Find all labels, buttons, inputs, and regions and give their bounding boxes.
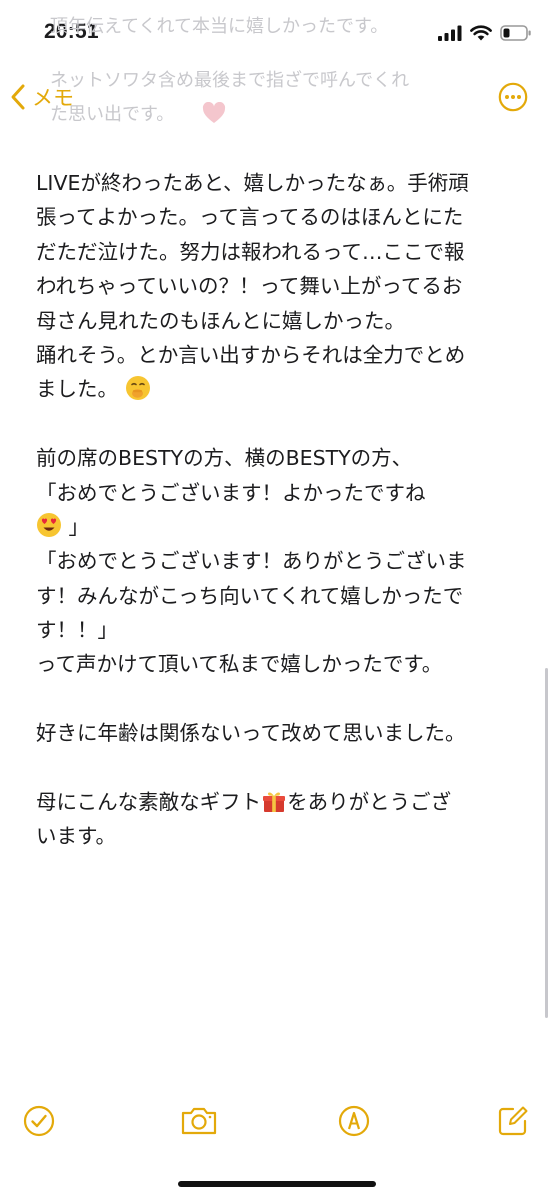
camera-icon[interactable] — [180, 1104, 218, 1138]
note-line: 好きに年齢は関係ないって改めて思いました。 — [36, 721, 466, 746]
note-line: 母さん見れたのもほんとに嬉しかった。 — [36, 308, 405, 333]
battery-icon — [500, 24, 531, 41]
note-line: って声かけて頂いて私まで嬉しかったです。 — [36, 652, 443, 677]
note-line: 」 — [36, 510, 532, 544]
note-body[interactable]: LIVEが終わったあと、嬉しかったなぁ。手術頑 張ってよかった。って言ってるのは… — [36, 166, 532, 854]
note-line: 「おめでとうございます！よかったですね — [36, 480, 426, 505]
bottom-toolbar — [0, 1098, 554, 1144]
note-line: 母にこんな素敵なギフト をありがとうござ — [36, 785, 532, 819]
note-line: だただ泣けた。努力は報われるって…ここで報 — [36, 239, 465, 264]
note-line: 「おめでとうございます！ありがとうございま — [36, 549, 467, 574]
chevron-left-icon — [11, 84, 25, 110]
face-with-hand-over-mouth-emoji-icon — [125, 375, 150, 400]
back-button[interactable]: メモ — [10, 82, 74, 112]
note-line: われちゃっていいの？！って舞い上がってるお — [36, 274, 463, 299]
checklist-icon[interactable] — [22, 1104, 56, 1138]
note-line: います。 — [36, 824, 116, 849]
note-line: す！みんながこっち向いてくれて嬉しかったで — [36, 583, 464, 608]
back-label: メモ — [32, 86, 74, 110]
note-line: 前の席のBESTYの方、横のBESTYの方、 — [36, 446, 413, 471]
note-text: をありがとうござ — [287, 790, 452, 815]
markup-pen-icon[interactable] — [337, 1104, 371, 1138]
compose-icon[interactable] — [496, 1104, 530, 1138]
note-line: 踊れそう。とか言い出すからそれは全力でとめ — [36, 342, 466, 367]
heart-eyes-emoji-icon — [37, 513, 61, 538]
nav-bar: メモ — [0, 78, 554, 118]
note-line: ました。 — [36, 372, 532, 406]
note-text: 母にこんな素敵なギフト — [36, 790, 262, 815]
scroll-indicator[interactable] — [545, 668, 548, 1018]
note-text: 」 — [68, 514, 90, 539]
status-icons — [438, 24, 532, 41]
wrapped-gift-emoji-icon — [263, 792, 286, 812]
note-line: LIVEが終わったあと、嬉しかったなぁ。手術頑 — [36, 171, 469, 195]
faded-text-line: 頂年伝えてくれて本当に嬉しかったです。 — [50, 16, 389, 37]
home-indicator[interactable] — [178, 1181, 376, 1187]
wifi-icon — [470, 25, 492, 41]
note-text: ました。 — [36, 377, 118, 402]
note-line: す！！」 — [36, 618, 118, 643]
cellular-signal-icon — [438, 25, 462, 41]
more-options-icon[interactable] — [498, 82, 528, 112]
note-line: 張ってよかった。って言ってるのはほんとにた — [36, 205, 464, 230]
